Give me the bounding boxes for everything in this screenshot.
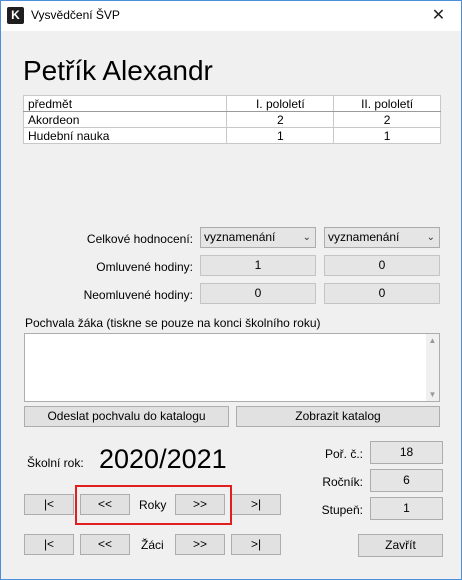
scroll-down-icon[interactable]: ▼	[426, 388, 439, 401]
overall-evaluation-label: Celkové hodnocení:	[86, 232, 193, 246]
year-first-button[interactable]: |<	[24, 494, 74, 515]
window-title: Vysvědčení ŠVP	[31, 8, 120, 22]
student-name: Petřík Alexandr	[23, 55, 213, 86]
close-icon[interactable]: ✕	[416, 1, 461, 31]
grade-year-label: Ročník:	[322, 475, 363, 489]
overall-evaluation-h1-select[interactable]: vyznamenání ⌄	[200, 227, 316, 248]
student-last-button[interactable]: >|	[231, 534, 281, 555]
praise-label: Pochvala žáka (tiskne se pouze na konci …	[25, 316, 321, 330]
cell-subject[interactable]: Akordeon	[22, 111, 228, 128]
level-value[interactable]: 1	[370, 497, 443, 520]
excused-hours-label: Omluvené hodiny:	[96, 260, 193, 274]
excused-hours-h2[interactable]: 0	[324, 255, 440, 276]
order-number-label: Poř. č.:	[324, 447, 363, 461]
unexcused-hours-h1[interactable]: 0	[200, 283, 316, 304]
student-first-button[interactable]: |<	[24, 534, 74, 555]
years-nav-highlight	[75, 485, 232, 525]
student-next-button[interactable]: >>	[175, 534, 225, 555]
cell-subject[interactable]: Hudební nauka	[22, 127, 228, 144]
overall-h2-value: vyznamenání	[328, 230, 400, 244]
praise-scrollbar[interactable]: ▲ ▼	[426, 334, 439, 401]
show-catalog-button[interactable]: Zobrazit katalog	[236, 406, 440, 427]
level-label: Stupeň:	[321, 503, 363, 517]
school-year-value: 2020/2021	[99, 444, 227, 474]
cell-second-term[interactable]: 2	[333, 111, 441, 128]
report-card-window: K Vysvědčení ŠVP ✕ Petřík Alexandr předm…	[0, 0, 462, 580]
send-praise-button[interactable]: Odeslat pochvalu do katalogu	[24, 406, 229, 427]
table-row[interactable]: Hudební nauka 1 1	[22, 127, 441, 144]
overall-h1-value: vyznamenání	[204, 230, 276, 244]
app-icon: K	[7, 7, 24, 24]
header-first-term[interactable]: I. pololetí	[226, 95, 335, 112]
excused-hours-h1[interactable]: 1	[200, 255, 316, 276]
unexcused-hours-h2[interactable]: 0	[324, 283, 440, 304]
unexcused-hours-label: Neomluvené hodiny:	[83, 288, 193, 302]
header-subject[interactable]: předmět	[22, 95, 228, 112]
scroll-up-icon[interactable]: ▲	[426, 334, 439, 347]
year-last-button[interactable]: >|	[231, 494, 281, 515]
grades-table: předmět I. pololetí II. pololetí Akordeo…	[22, 95, 441, 144]
school-year-label: Školní rok:	[27, 456, 84, 470]
close-button[interactable]: Zavřít	[358, 534, 443, 557]
header-second-term[interactable]: II. pololetí	[333, 95, 441, 112]
chevron-down-icon: ⌄	[426, 232, 435, 243]
chevron-down-icon: ⌄	[302, 232, 311, 243]
grade-year-value[interactable]: 6	[370, 469, 443, 492]
title-bar: K Vysvědčení ŠVP ✕	[1, 1, 461, 31]
student-prev-button[interactable]: <<	[80, 534, 130, 555]
praise-textarea[interactable]: ▲ ▼	[24, 333, 440, 402]
students-label: Žáci	[141, 538, 164, 552]
overall-evaluation-h2-select[interactable]: vyznamenání ⌄	[324, 227, 440, 248]
order-number-value[interactable]: 18	[370, 441, 443, 464]
cell-second-term[interactable]: 1	[333, 127, 441, 144]
cell-first-term[interactable]: 1	[226, 127, 335, 144]
table-row[interactable]: Akordeon 2 2	[22, 111, 441, 128]
cell-first-term[interactable]: 2	[226, 111, 335, 128]
